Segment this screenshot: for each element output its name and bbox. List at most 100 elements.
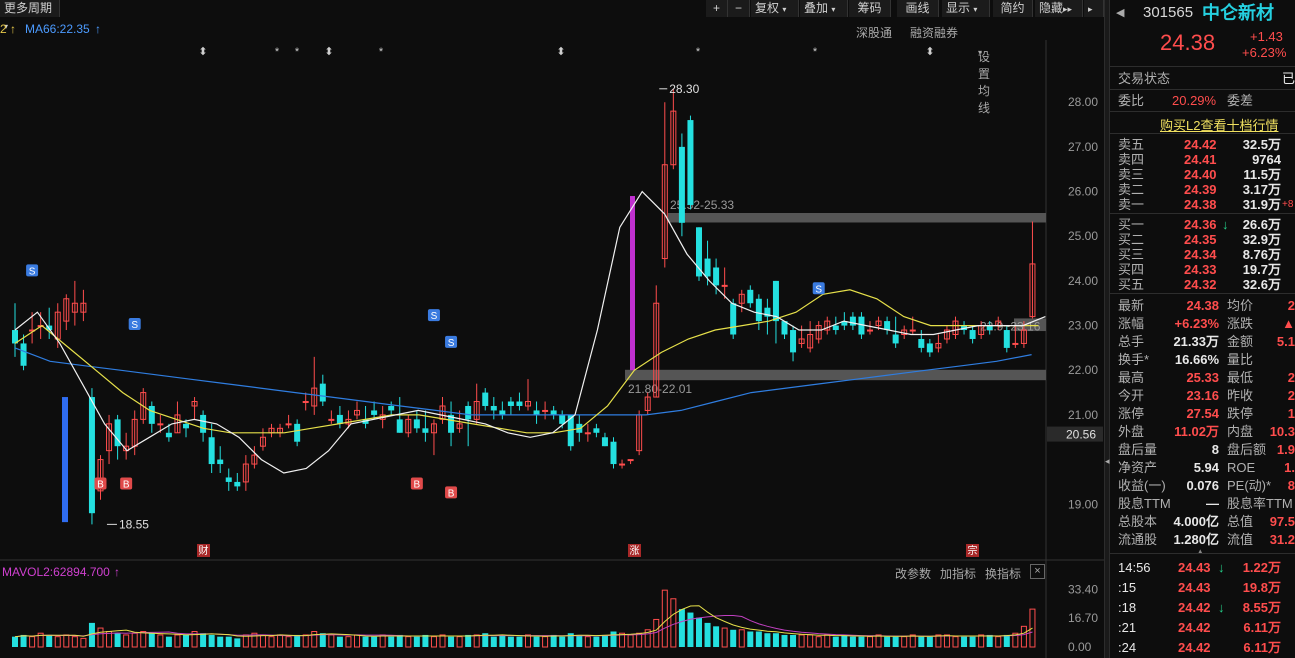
volume-bar	[867, 636, 873, 648]
period-dropdown[interactable]: 更多周期 ▾	[0, 0, 60, 31]
candle-body	[88, 397, 95, 514]
volume-bar	[704, 622, 711, 647]
display-dropdown[interactable]: 显示 ▾	[942, 0, 990, 17]
tick-row: :18 24.42 ↓ 8.55万	[1110, 599, 1295, 617]
hide-button[interactable]: 隐藏▸▸	[1035, 0, 1083, 17]
candle-body	[747, 289, 754, 304]
change-params-link[interactable]: 改参数	[895, 565, 931, 582]
bid-row: 买三 24.34 8.76万	[1110, 247, 1295, 262]
candle-body	[986, 325, 993, 331]
volume-bar	[636, 632, 643, 648]
ask-label: 卖一	[1118, 197, 1145, 212]
volume-bar	[208, 634, 215, 647]
switch-indicator-link[interactable]: 换指标	[985, 565, 1021, 582]
stat-label-2: 流值	[1227, 532, 1254, 547]
volume-bar	[336, 636, 343, 647]
volume-bar	[473, 634, 480, 648]
y-tick-label: 28.00	[1068, 95, 1098, 109]
zoom-in-button[interactable]: +	[706, 0, 728, 17]
chips-button[interactable]: 筹码	[849, 0, 891, 17]
stat-value-2: 1.	[1284, 460, 1295, 475]
collapse-icon[interactable]: ▴	[1198, 546, 1203, 557]
volume-bar	[430, 636, 437, 648]
event-label: 宗	[968, 544, 978, 557]
stat-value: +6.23%	[1174, 316, 1219, 331]
volume-bar	[71, 636, 78, 648]
volume-bar	[379, 634, 386, 648]
stat-label-2: 总值	[1227, 514, 1254, 529]
shengu-link[interactable]: 深股通	[856, 24, 892, 41]
y-tick-label: 23.00	[1068, 319, 1098, 333]
volume-bar	[499, 634, 506, 647]
candle-body	[909, 329, 916, 332]
stat-row: 收益(一) 0.076 PE(动)* 8	[1110, 477, 1295, 494]
tick-row: 14:56 24.43 ↓ 1.22万	[1110, 559, 1295, 577]
stat-label-2: 量比	[1227, 352, 1254, 367]
stat-row: 最新 24.38 均价 2	[1110, 297, 1295, 314]
candle-body	[208, 437, 215, 465]
stat-label-2: 最低	[1227, 370, 1254, 385]
volume-bar	[140, 631, 147, 648]
volume-bar	[422, 634, 429, 647]
stat-label: 流通股	[1118, 532, 1158, 547]
tick-time: :15	[1118, 580, 1137, 595]
candle-body	[1012, 342, 1019, 345]
star-marker: *	[813, 46, 818, 58]
ask-volume: 3.17万	[1242, 182, 1281, 197]
volume-bar	[909, 634, 916, 648]
volume-bar	[54, 636, 61, 648]
volume-bar	[97, 627, 104, 648]
bid-row: 买五 24.32 32.6万	[1110, 277, 1295, 292]
star-marker: *	[696, 46, 701, 58]
sell-signal-label: S	[815, 284, 822, 295]
candle-body	[482, 392, 489, 406]
stat-value: 24.38	[1186, 298, 1219, 313]
chart-area[interactable]: 更多周期 ▾ + − 复权 ▾ 叠加 ▾ 筹码 画线 显示 ▾ 简约 隐藏▸▸ …	[0, 0, 1104, 658]
volume-bar	[790, 634, 797, 647]
candle-body	[867, 329, 873, 332]
star-marker: *	[295, 46, 300, 58]
volume-bar	[405, 636, 412, 648]
candle-body	[601, 437, 608, 447]
candle-body	[200, 414, 207, 433]
bid-volume: 32.9万	[1242, 232, 1281, 247]
bid-label: 买五	[1118, 277, 1145, 292]
volume-bar	[123, 634, 130, 648]
tick-time: :24	[1118, 640, 1137, 655]
simple-button[interactable]: 简约	[993, 0, 1033, 17]
volume-bar	[986, 634, 993, 647]
overlay-dropdown[interactable]: 叠加 ▾	[800, 0, 848, 17]
volume-bar	[978, 634, 985, 648]
ma-white-line	[14, 190, 1046, 474]
candle-body	[678, 146, 685, 223]
stat-label: 今开	[1118, 388, 1145, 403]
fq-dropdown[interactable]: 复权 ▾	[751, 0, 799, 17]
volume-bar	[328, 634, 335, 648]
big-up-bar	[630, 196, 635, 371]
stat-value: 25.33	[1186, 370, 1219, 385]
add-indicator-link[interactable]: 加指标	[940, 565, 976, 582]
buy-signal-label: B	[123, 479, 130, 490]
menu-button[interactable]: ▸	[1084, 0, 1104, 17]
zoom-out-button[interactable]: −	[728, 0, 750, 17]
draw-button[interactable]: 画线	[897, 0, 939, 17]
volume-bar	[601, 634, 608, 647]
event-label: 财	[199, 544, 209, 557]
chevron-down-icon: ▾	[973, 5, 978, 14]
rzrq-link[interactable]: 融资融券	[910, 24, 958, 41]
stat-row: 今开 23.16 昨收 2	[1110, 387, 1295, 404]
candle-body	[499, 410, 506, 415]
stat-label: 外盘	[1118, 424, 1145, 439]
volume-bar	[234, 638, 241, 647]
kline-chart[interactable]: 28.00 27.00 26.00 25.00 24.00 23.00 22.00 21.00…	[0, 40, 1104, 658]
buy-l2-link[interactable]: 购买L2查看十档行情	[1160, 115, 1278, 134]
prev-stock-icon[interactable]: ◀	[1116, 4, 1124, 22]
volume-tick-label: 16.70	[1068, 611, 1098, 625]
candle-body	[388, 405, 395, 411]
volume-bar	[943, 634, 950, 648]
close-icon[interactable]: ×	[1030, 564, 1045, 579]
volume-bar	[721, 627, 728, 648]
stat-label-2: ROE	[1227, 460, 1256, 475]
stat-value-2: ▲	[1282, 316, 1295, 331]
volume-bar	[918, 636, 925, 647]
